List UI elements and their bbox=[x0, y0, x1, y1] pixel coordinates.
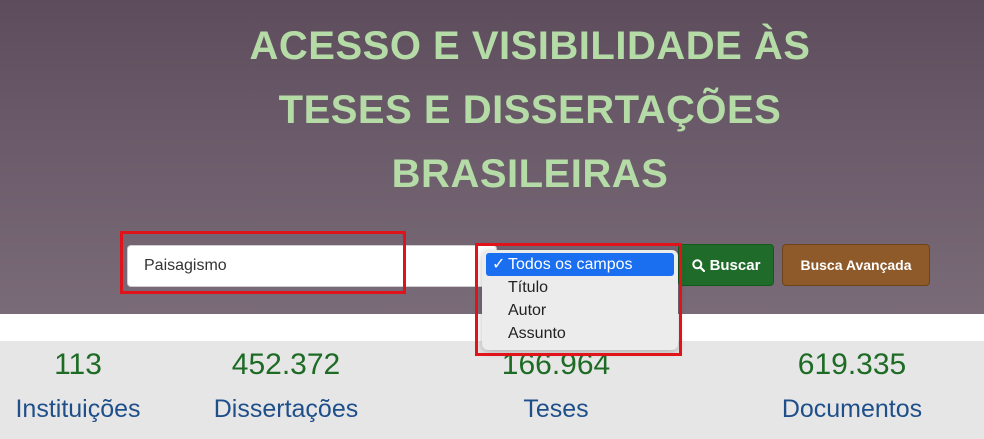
buscar-button-label: Buscar bbox=[709, 256, 761, 274]
search-input-highlight bbox=[120, 231, 406, 294]
busca-avancada-button[interactable]: Busca Avançada bbox=[782, 244, 930, 286]
hero-title-line-3: BRASILEIRAS bbox=[391, 152, 669, 196]
buscar-button[interactable]: Buscar bbox=[678, 244, 774, 286]
hero-title-line-1: ACESSO E VISIBILIDADE ÀS bbox=[249, 24, 811, 68]
hero-title: ACESSO E VISIBILIDADE ÀS TESES E DISSERT… bbox=[130, 14, 930, 206]
stat-label[interactable]: Documentos bbox=[766, 391, 938, 427]
stat-value: 452.372 bbox=[231, 348, 341, 381]
stat-documentos: 619.335 Documentos bbox=[766, 341, 938, 427]
stat-label[interactable]: Dissertações bbox=[200, 391, 372, 427]
stat-label[interactable]: Teses bbox=[470, 391, 642, 427]
dropdown-highlight bbox=[475, 243, 682, 356]
hero-title-line-2: TESES E DISSERTAÇÕES bbox=[278, 88, 782, 132]
stat-instituicoes: 113 Instituições bbox=[0, 341, 156, 427]
stat-value: 113 bbox=[54, 348, 102, 381]
search-icon bbox=[691, 258, 705, 272]
stat-label[interactable]: Instituições bbox=[0, 391, 156, 427]
busca-avancada-label: Busca Avançada bbox=[800, 257, 912, 273]
stat-value: 619.335 bbox=[797, 348, 907, 381]
stat-dissertacoes: 452.372 Dissertações bbox=[200, 341, 372, 427]
